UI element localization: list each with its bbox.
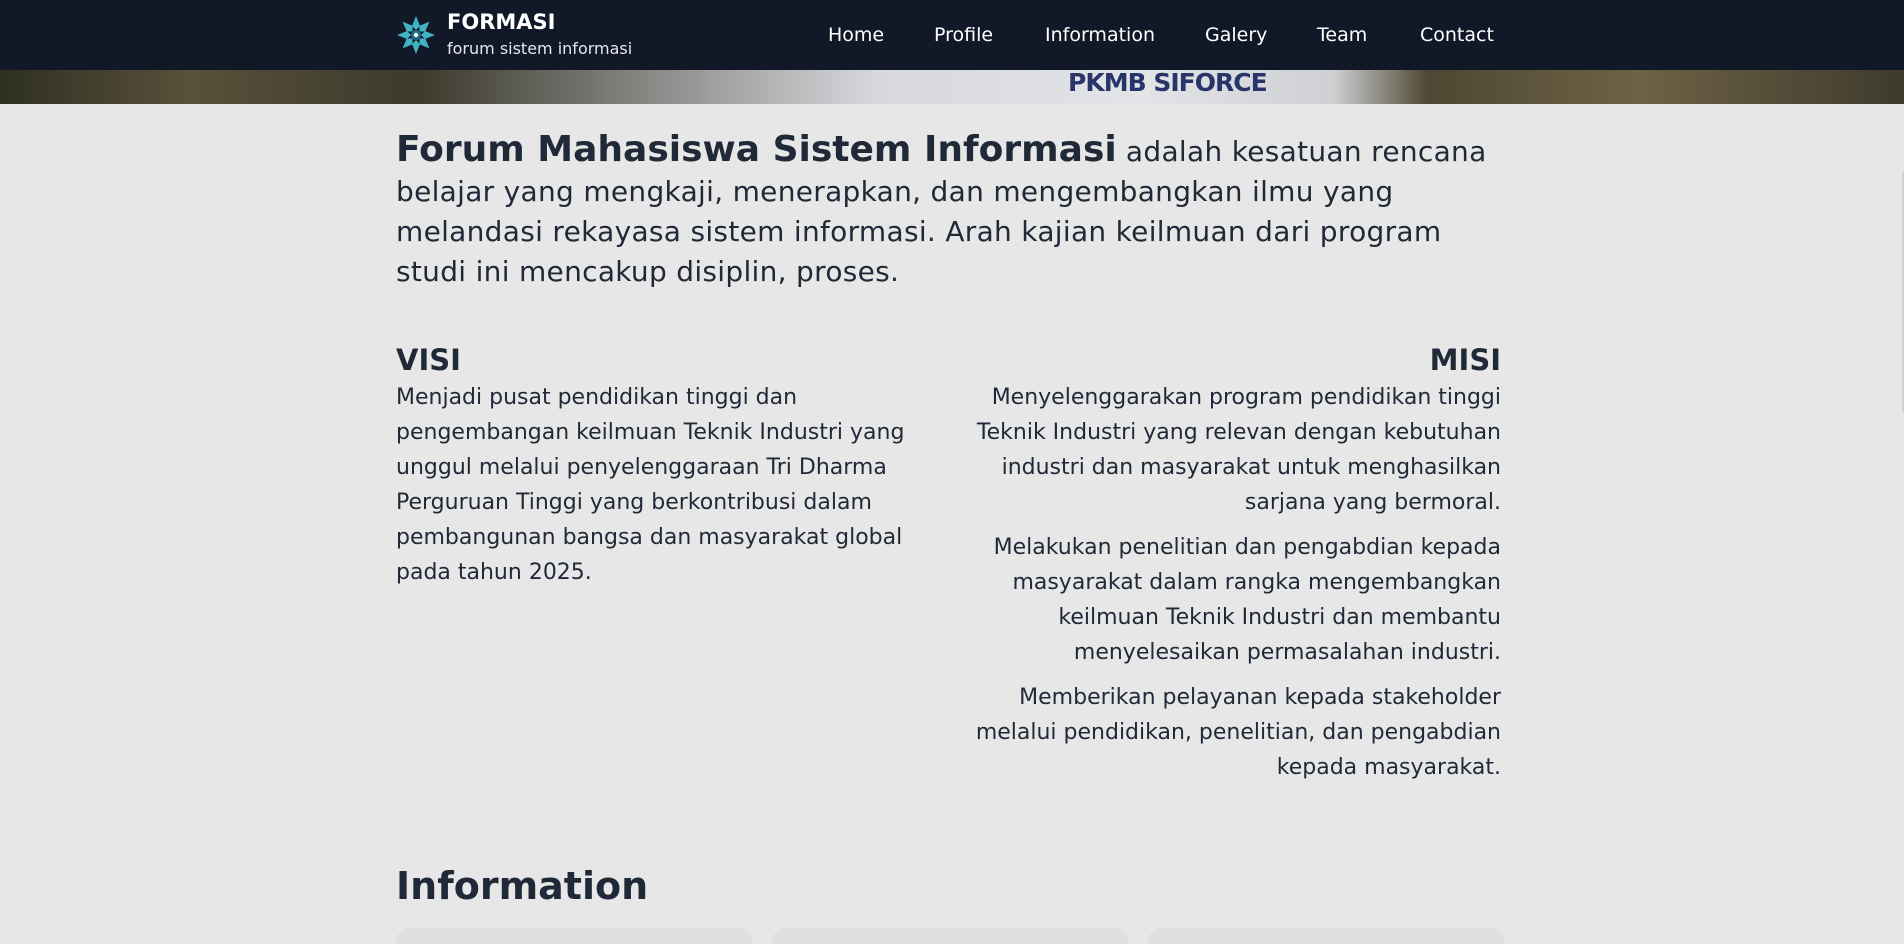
- information-heading: Information: [396, 864, 649, 908]
- hero-image: PKMB SIFORCE: [0, 70, 1904, 104]
- information-card[interactable]: [1148, 928, 1504, 944]
- hero-shirt-text: PKMB SIFORCE: [1068, 70, 1268, 97]
- nav-contact[interactable]: Contact: [1420, 22, 1494, 48]
- information-card[interactable]: [396, 928, 752, 944]
- misi-item: Melakukan penelitian dan pengabdian kepa…: [993, 535, 1501, 665]
- intro-bold: Forum Mahasiswa Sistem Informasi: [396, 129, 1117, 170]
- intro-paragraph: Forum Mahasiswa Sistem Informasi adalah …: [396, 130, 1501, 292]
- visi-heading: VISI: [396, 343, 461, 377]
- navbar: FORMASI forum sistem informasi Home Prof…: [0, 0, 1904, 70]
- misi-heading: MISI: [1429, 343, 1501, 377]
- nav-team[interactable]: Team: [1317, 22, 1367, 48]
- nav-menu: Home Profile Information Galery Team Con…: [0, 0, 1904, 70]
- visi-block: VISI Menjadi pusat pendidikan tinggi dan…: [396, 340, 936, 590]
- misi-item: Menyelenggarakan program pendidikan ting…: [976, 385, 1501, 515]
- nav-galery[interactable]: Galery: [1205, 22, 1267, 48]
- misi-block: MISI Menyelenggarakan program pendidikan…: [941, 340, 1501, 795]
- nav-information[interactable]: Information: [1045, 22, 1155, 48]
- about-section: Forum Mahasiswa Sistem Informasi adalah …: [396, 130, 1501, 781]
- visi-text: Menjadi pusat pendidikan tinggi dan peng…: [396, 385, 905, 585]
- information-card[interactable]: [772, 928, 1128, 944]
- nav-profile[interactable]: Profile: [934, 22, 993, 48]
- misi-item: Memberikan pelayanan kepada stakeholder …: [975, 685, 1501, 780]
- nav-home[interactable]: Home: [828, 22, 884, 48]
